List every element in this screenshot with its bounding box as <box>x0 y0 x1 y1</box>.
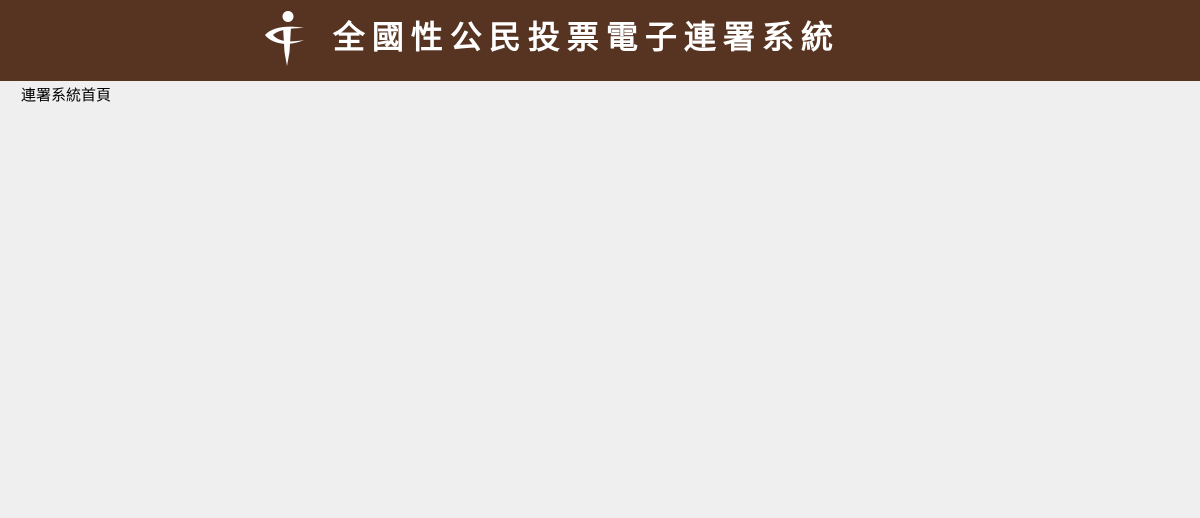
site-header: 全國性公民投票電子連署系統 <box>0 0 1200 81</box>
main-content-area <box>0 108 1200 518</box>
site-brand[interactable]: 全國性公民投票電子連署系統 <box>262 10 840 68</box>
site-title: 全國性公民投票電子連署系統 <box>333 17 841 56</box>
breadcrumb: 連署系統首頁 <box>21 85 111 105</box>
citizen-i-icon <box>262 10 308 68</box>
breadcrumb-home-link[interactable]: 連署系統首頁 <box>21 86 111 104</box>
